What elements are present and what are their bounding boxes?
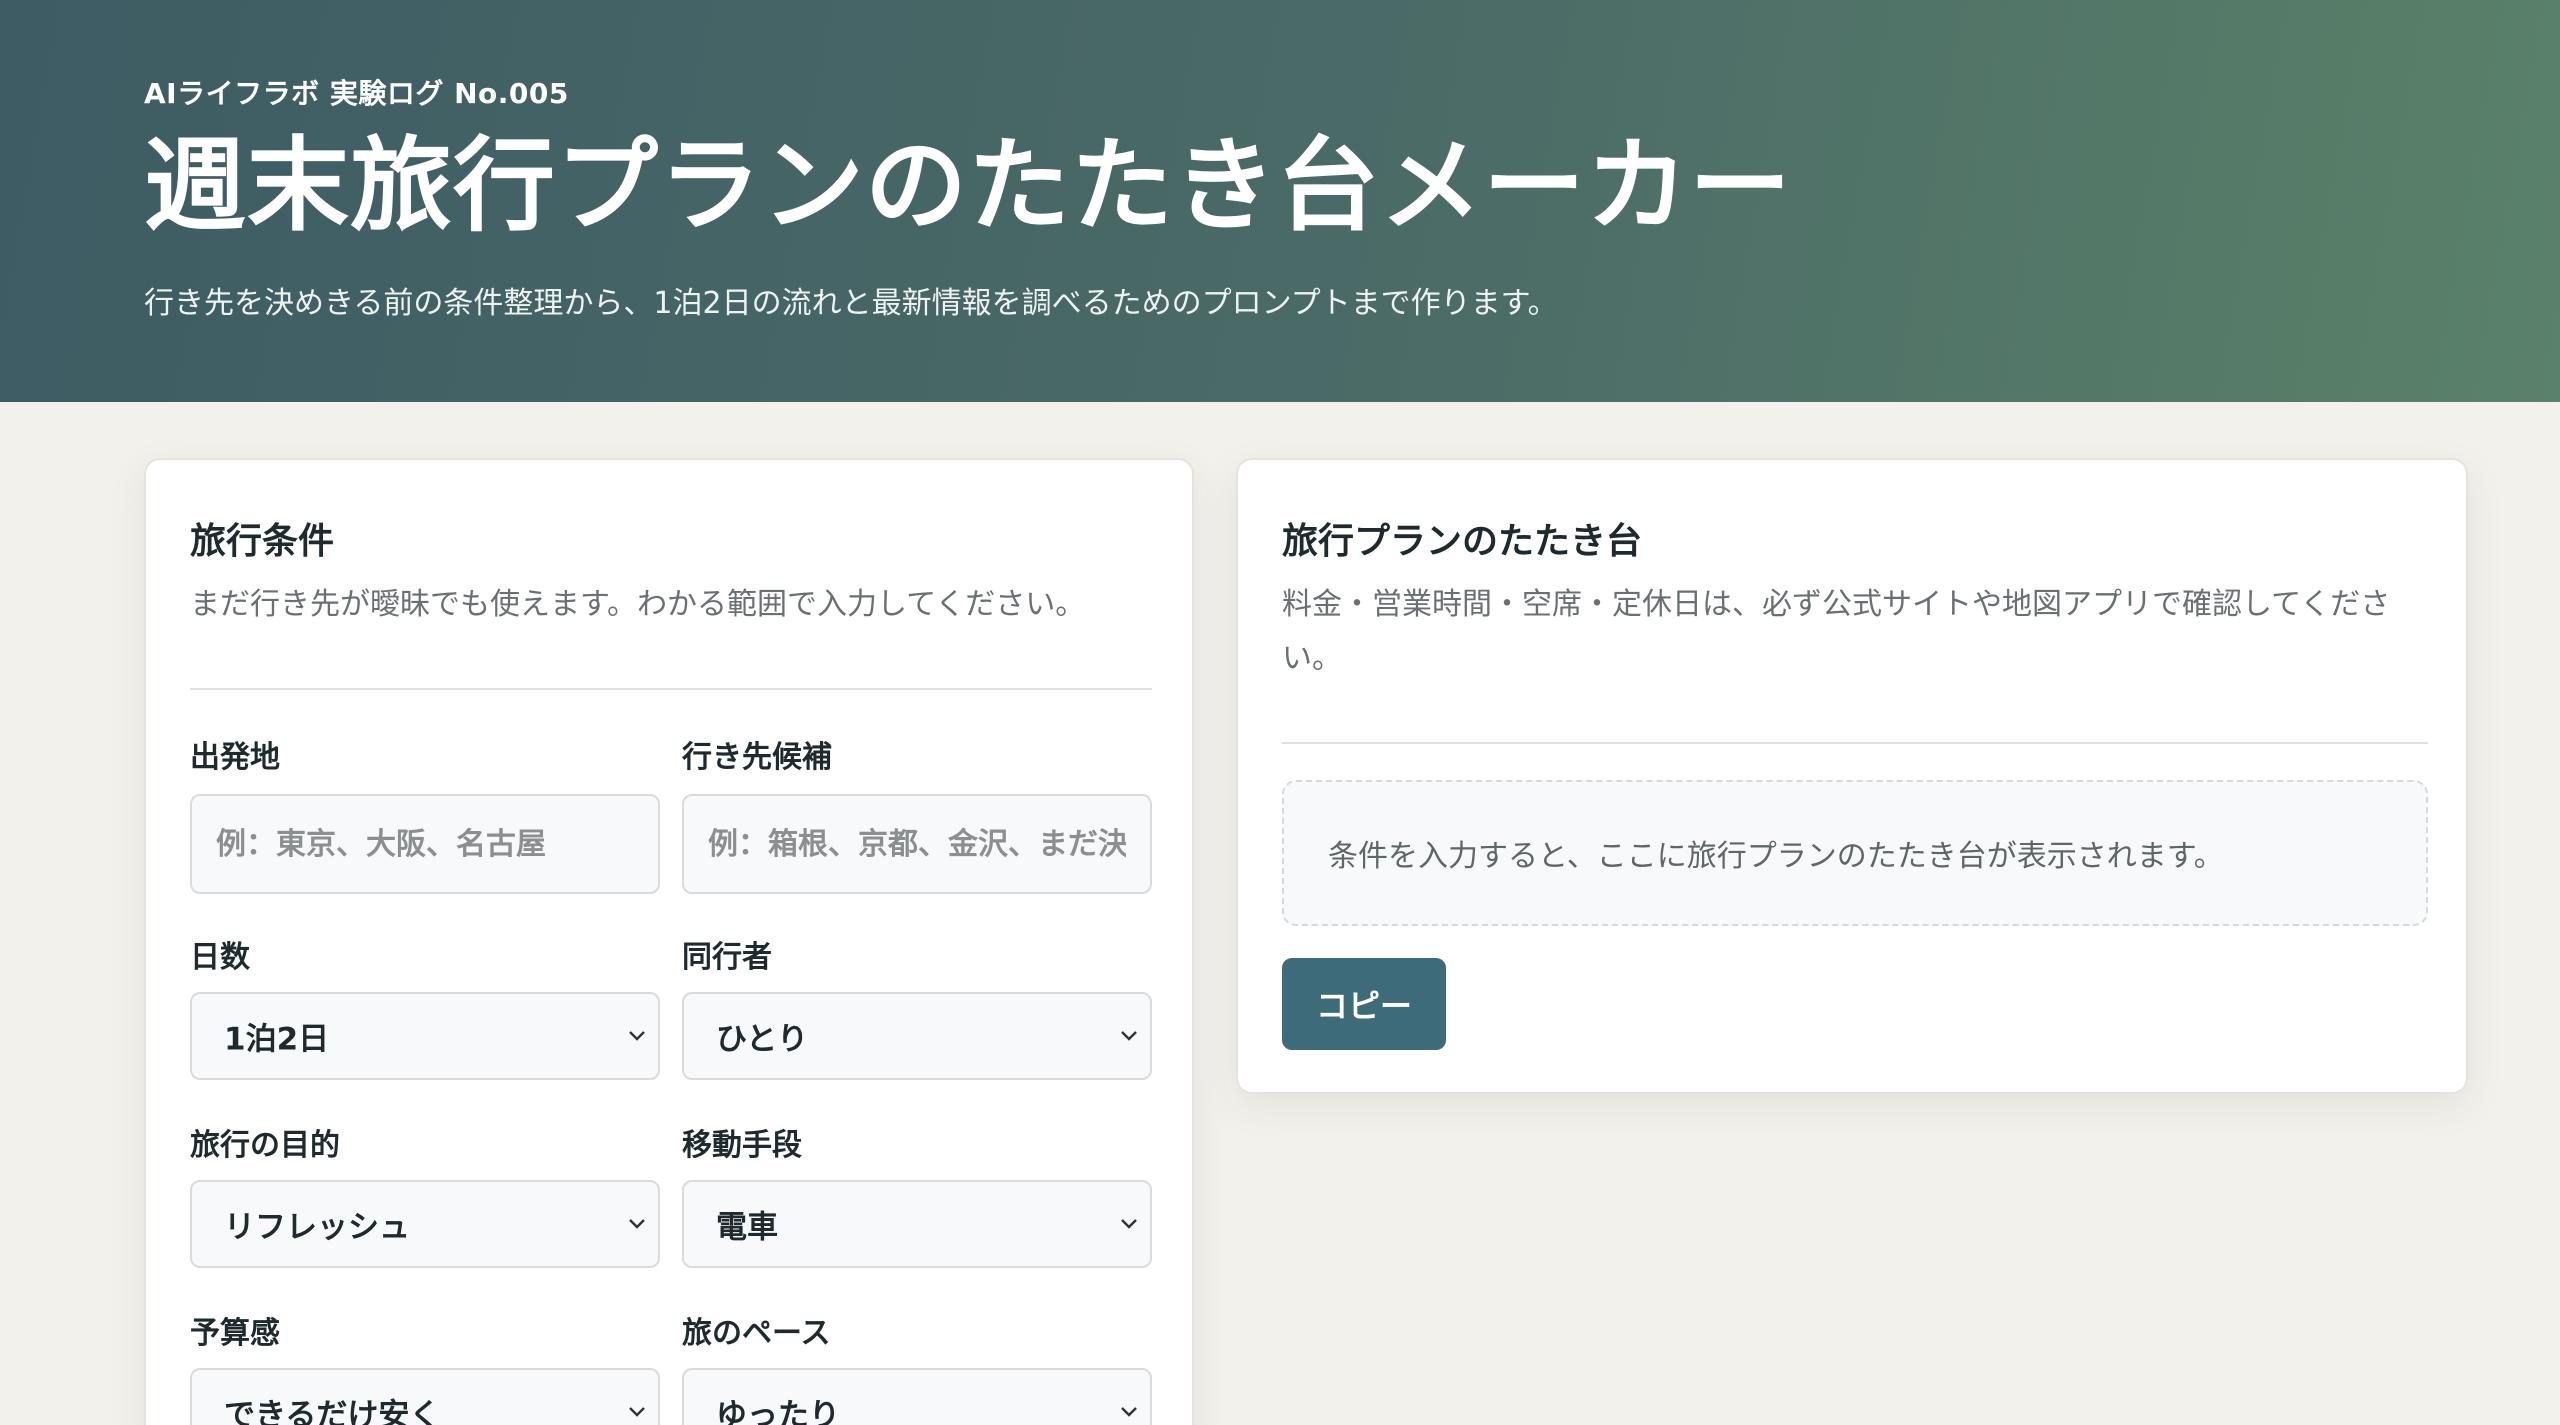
budget-label: 予算感 — [190, 1316, 280, 1351]
chevron-down-icon — [626, 1401, 648, 1423]
chevron-down-icon — [626, 1025, 648, 1047]
pace-label: 旅のペース — [682, 1316, 831, 1351]
transport-select[interactable]: 電車 — [682, 1180, 1152, 1268]
days-select[interactable]: 1泊2日 — [190, 992, 660, 1080]
transport-label: 移動手段 — [682, 1128, 802, 1163]
hero-header: AIライフラボ 実験ログ No.005 週末旅行プランのたたき台メーカー 行き先… — [0, 0, 2560, 402]
destination-label: 行き先候補 — [682, 740, 832, 775]
purpose-value: リフレッシュ — [224, 1209, 410, 1246]
plan-title: 旅行プランのたたき台 — [1282, 521, 1643, 562]
origin-label: 出発地 — [190, 740, 280, 775]
pace-value: ゆったり — [716, 1397, 840, 1425]
purpose-label: 旅行の目的 — [190, 1128, 340, 1163]
transport-value: 電車 — [716, 1209, 778, 1246]
plan-output-placeholder: 条件を入力すると、ここに旅行プランのたたき台が表示されます。 — [1328, 839, 2224, 874]
origin-field[interactable] — [190, 794, 660, 894]
conditions-title: 旅行条件 — [190, 521, 335, 562]
companion-label: 同行者 — [682, 940, 772, 975]
eyebrow-label: AIライフラボ 実験ログ No.005 — [144, 77, 569, 110]
plan-divider — [1282, 742, 2428, 744]
days-value: 1泊2日 — [224, 1021, 330, 1058]
origin-input[interactable] — [192, 796, 658, 892]
conditions-card: 旅行条件 まだ行き先が曖昧でも使えます。わかる範囲で入力してください。 出発地 … — [144, 458, 1194, 1425]
conditions-description: まだ行き先が曖昧でも使えます。わかる範囲で入力してください。 — [190, 587, 1086, 622]
plan-card: 旅行プランのたたき台 料金・営業時間・空席・定休日は、必ず公式サイトや地図アプリ… — [1236, 458, 2468, 1094]
chevron-down-icon — [1118, 1025, 1140, 1047]
copy-button[interactable]: コピー — [1282, 958, 1446, 1050]
companion-value: ひとり — [716, 1021, 809, 1058]
destination-input[interactable] — [684, 796, 1150, 892]
budget-select[interactable]: できるだけ安く — [190, 1368, 660, 1425]
companion-select[interactable]: ひとり — [682, 992, 1152, 1080]
pace-select[interactable]: ゆったり — [682, 1368, 1152, 1425]
chevron-down-icon — [1118, 1213, 1140, 1235]
page-subtitle: 行き先を決めきる前の条件整理から、1泊2日の流れと最新情報を調べるためのプロンプ… — [144, 286, 1558, 321]
plan-output-box: 条件を入力すると、ここに旅行プランのたたき台が表示されます。 — [1282, 780, 2428, 926]
plan-description: 料金・営業時間・空席・定休日は、必ず公式サイトや地図アプリで確認してください。 — [1282, 587, 2391, 676]
purpose-select[interactable]: リフレッシュ — [190, 1180, 660, 1268]
destination-field[interactable] — [682, 794, 1152, 894]
days-label: 日数 — [190, 940, 250, 975]
chevron-down-icon — [1118, 1401, 1140, 1423]
conditions-divider — [190, 688, 1152, 690]
chevron-down-icon — [626, 1213, 648, 1235]
budget-value: できるだけ安く — [224, 1397, 441, 1425]
page-title: 週末旅行プランのたたき台メーカー — [144, 127, 1792, 246]
